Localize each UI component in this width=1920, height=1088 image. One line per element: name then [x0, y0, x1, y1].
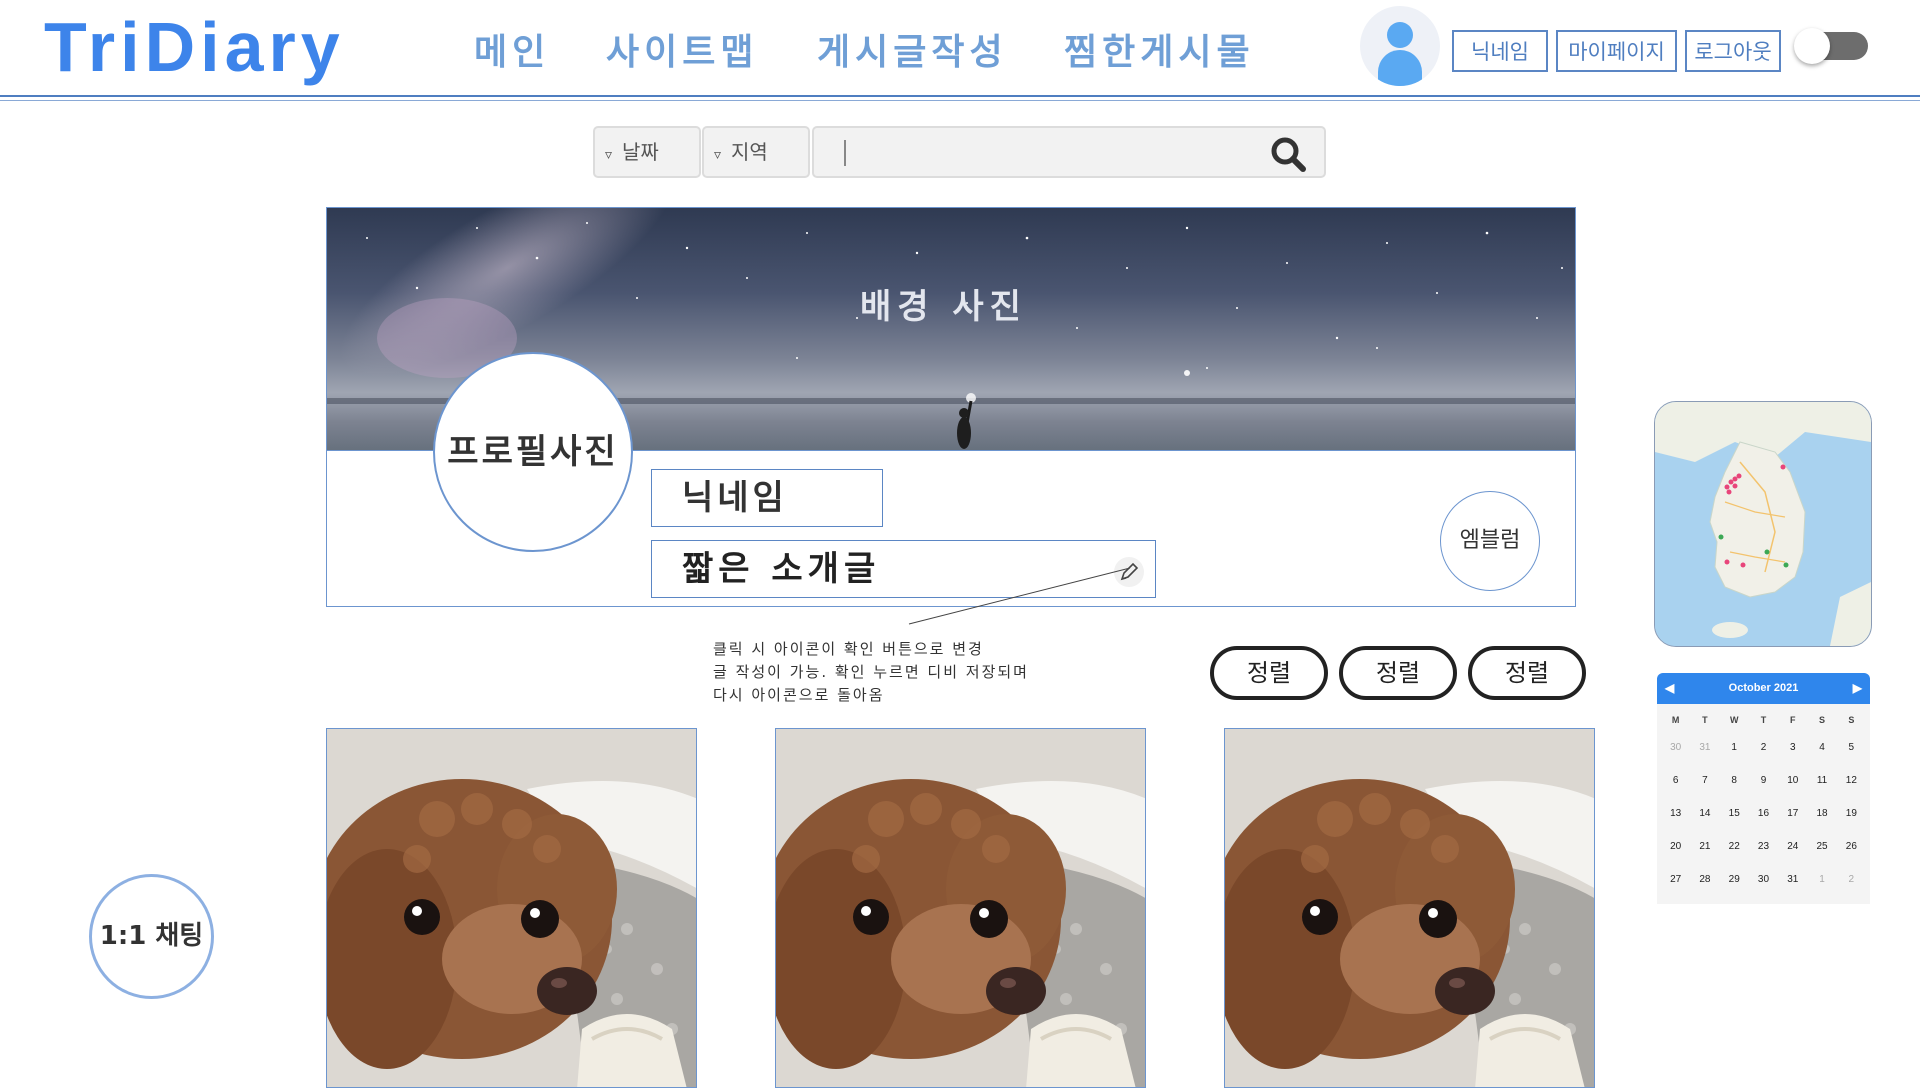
calendar-day[interactable]: 12: [1837, 764, 1866, 797]
dropdown-triangle-icon: ▿: [605, 147, 613, 163]
calendar-day[interactable]: 22: [1720, 830, 1749, 863]
calendar-day[interactable]: 27: [1661, 863, 1690, 896]
user-avatar-icon[interactable]: [1360, 6, 1440, 86]
calendar-weekday: W: [1729, 715, 1739, 725]
sort-button-3[interactable]: 정렬: [1468, 646, 1586, 700]
calendar-week-row: 20 21 22 23 24 25 26: [1661, 830, 1866, 863]
annotation-note: 클릭 시 아이콘이 확인 버튼으로 변경 글 작성이 가능. 확인 누르면 디비…: [713, 638, 1029, 707]
calendar-day[interactable]: 14: [1690, 797, 1719, 830]
calendar-day[interactable]: 20: [1661, 830, 1690, 863]
region-filter-label: 지역: [731, 140, 768, 164]
annotation-line-2: 글 작성이 가능. 확인 누르면 디비 저장되며: [713, 663, 1029, 681]
profile-nickname: 닉네임: [651, 469, 883, 527]
mypage-button[interactable]: 마이페이지: [1556, 30, 1677, 72]
calendar-day[interactable]: 28: [1690, 863, 1719, 896]
calendar-weekday: T: [1760, 715, 1767, 725]
calendar-day[interactable]: 4: [1807, 731, 1836, 764]
calendar-weekday: S: [1819, 715, 1826, 725]
search-icon[interactable]: [1270, 136, 1306, 172]
calendar-day[interactable]: 7: [1690, 764, 1719, 797]
calendar-weekday: M: [1671, 715, 1680, 725]
logo[interactable]: TriDiary: [44, 2, 345, 92]
calendar-day[interactable]: 8: [1720, 764, 1749, 797]
calendar-day[interactable]: 1: [1720, 731, 1749, 764]
calendar-day[interactable]: 30: [1661, 731, 1690, 764]
calendar-day[interactable]: 5: [1837, 731, 1866, 764]
poodle-photo: [1225, 729, 1594, 1087]
post-thumbnail-1[interactable]: [326, 728, 697, 1088]
region-filter-dropdown[interactable]: ▿ 지역: [702, 126, 810, 178]
nav-favorites[interactable]: 찜한게시물: [1064, 28, 1255, 78]
logout-button[interactable]: 로그아웃: [1685, 30, 1781, 72]
calendar-week-row: 27 28 29 30 31 1 2: [1661, 863, 1866, 896]
calendar-day[interactable]: 19: [1837, 797, 1866, 830]
text-cursor: [844, 140, 846, 166]
nav-sitemap[interactable]: 사이트맵: [606, 28, 758, 78]
calendar-week-row: 6 7 8 9 10 11 12: [1661, 764, 1866, 797]
header-divider: [0, 95, 1920, 97]
calendar-day[interactable]: 2: [1837, 863, 1866, 896]
sort-button-2[interactable]: 정렬: [1339, 646, 1457, 700]
nav-write-post[interactable]: 게시글작성: [817, 28, 1008, 78]
post-thumbnail-2[interactable]: [775, 728, 1146, 1088]
toggle-knob: [1794, 28, 1830, 64]
calendar-day[interactable]: 10: [1778, 764, 1807, 797]
nav-main[interactable]: 메인: [474, 28, 550, 78]
chat-button[interactable]: 1:1 채팅: [89, 874, 214, 999]
poodle-photo: [776, 729, 1145, 1087]
search-input[interactable]: [812, 126, 1326, 178]
banner-label: 배경 사진: [860, 287, 1027, 327]
calendar-weekday-row: MTWTFSS: [1661, 709, 1866, 731]
calendar-day[interactable]: 1: [1807, 863, 1836, 896]
annotation-line-3: 다시 아이콘으로 돌아옴: [713, 686, 885, 704]
header-divider-thin: [0, 100, 1920, 101]
calendar-day[interactable]: 2: [1749, 731, 1778, 764]
calendar-day[interactable]: 26: [1837, 830, 1866, 863]
profile-photo[interactable]: 프로필사진: [433, 352, 633, 552]
calendar-day[interactable]: 25: [1807, 830, 1836, 863]
calendar-day[interactable]: 31: [1778, 863, 1807, 896]
dropdown-triangle-icon: ▿: [714, 147, 722, 163]
calendar-day[interactable]: 3: [1778, 731, 1807, 764]
calendar-title: October 2021: [1728, 682, 1799, 694]
date-filter-dropdown[interactable]: ▿ 날짜: [593, 126, 701, 178]
calendar-day[interactable]: 9: [1749, 764, 1778, 797]
calendar-day[interactable]: 6: [1661, 764, 1690, 797]
sort-button-1[interactable]: 정렬: [1210, 646, 1328, 700]
calendar-day[interactable]: 29: [1720, 863, 1749, 896]
calendar-day[interactable]: 18: [1807, 797, 1836, 830]
calendar-week-row: 13 14 15 16 17 18 19: [1661, 797, 1866, 830]
calendar-day[interactable]: 21: [1690, 830, 1719, 863]
calendar-weekday: T: [1702, 715, 1708, 725]
calendar-weekday: S: [1848, 715, 1855, 725]
poodle-photo: [327, 729, 696, 1087]
annotation-pointer-line: [908, 567, 1131, 625]
calendar-day[interactable]: 13: [1661, 797, 1690, 830]
chevron-right-icon[interactable]: ▶: [1853, 673, 1862, 704]
calendar-weekday: F: [1790, 715, 1796, 725]
nickname-button[interactable]: 닉네임: [1452, 30, 1548, 72]
calendar-day[interactable]: 16: [1749, 797, 1778, 830]
calendar-day[interactable]: 30: [1749, 863, 1778, 896]
calendar-day[interactable]: 17: [1778, 797, 1807, 830]
chevron-left-icon[interactable]: ◀: [1665, 673, 1674, 704]
calendar-day[interactable]: 11: [1807, 764, 1836, 797]
calendar-day[interactable]: 31: [1690, 731, 1719, 764]
calendar-day[interactable]: 24: [1778, 830, 1807, 863]
theme-toggle[interactable]: [1794, 28, 1868, 64]
calendar-day[interactable]: 23: [1749, 830, 1778, 863]
annotation-line-1: 클릭 시 아이콘이 확인 버튼으로 변경: [713, 640, 984, 658]
map-illustration: [1655, 402, 1871, 646]
korea-map-thumbnail[interactable]: [1654, 401, 1872, 647]
post-thumbnail-3[interactable]: [1224, 728, 1595, 1088]
calendar-header: ◀ October 2021 ▶: [1657, 673, 1870, 704]
calendar-widget: ◀ October 2021 ▶ M T W T F S S 30 31 1 2 3 4 5 6 7 8 9 10 1…: [1657, 673, 1870, 904]
date-filter-label: 날짜: [622, 140, 659, 164]
calendar-grid: M T W T F S S 30 31 1 2 3 4 5 6 7 8 9 10 11 12 13 14 15 16 17 18 19…: [1661, 709, 1866, 896]
calendar-day[interactable]: 15: [1720, 797, 1749, 830]
emblem-button[interactable]: 엠블럼: [1440, 491, 1540, 591]
calendar-week-row: 30 31 1 2 3 4 5: [1661, 731, 1866, 764]
